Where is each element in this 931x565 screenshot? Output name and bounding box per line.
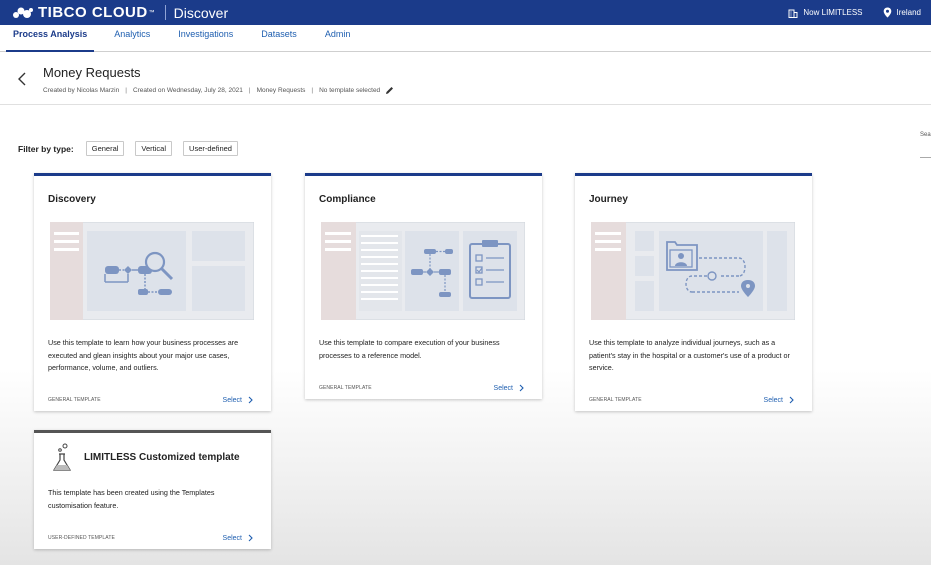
chevron-right-icon [789, 396, 794, 404]
meta-template: No template selected [319, 87, 381, 94]
journey-illustration [591, 222, 795, 320]
location-pin-icon [883, 7, 891, 18]
brand-divider [164, 5, 166, 20]
tab-process-analysis[interactable]: Process Analysis [5, 24, 95, 52]
card-type-label: USER-DEFINED TEMPLATE [48, 535, 115, 541]
meta-dataset: Money Requests [256, 87, 306, 94]
card-title: Discovery [48, 194, 96, 205]
card-description-line: customisation feature. [48, 500, 119, 510]
select-button[interactable]: Select [494, 384, 524, 392]
card-description-line: Use this template to compare execution o… [319, 338, 500, 347]
template-card-limitless-customized[interactable]: LIMITLESS Customized template This templ… [34, 430, 271, 549]
back-chevron-icon[interactable] [16, 71, 28, 87]
card-description-line: patient's stay in the hospital or a cust… [589, 350, 790, 360]
tab-investigations[interactable]: Investigations [178, 24, 233, 51]
card-footer: GENERAL TEMPLATE Select [48, 394, 257, 406]
meta-created-on: Created on Wednesday, July 28, 2021 [132, 87, 243, 94]
card-title: Journey [589, 194, 628, 205]
org-name: Now LIMITLESS [803, 8, 863, 17]
main-nav: Process Analysis Analytics Investigation… [0, 25, 931, 52]
card-description: This template has been created using the… [48, 487, 260, 512]
card-description-line: processes to a reference model. [319, 350, 422, 360]
tab-datasets[interactable]: Datasets [261, 24, 297, 51]
page-header: Money Requests Created by Nicolas Marzin… [0, 53, 931, 105]
filter-chip-user-defined[interactable]: User-defined [183, 141, 238, 156]
card-footer: USER-DEFINED TEMPLATE Select [48, 532, 257, 544]
card-description-line: performance, volume, and outliers. [48, 363, 159, 372]
select-button[interactable]: Select [223, 396, 253, 404]
header-right: Now LIMITLESS Ireland [768, 7, 921, 18]
flask-icon [52, 443, 72, 471]
brand-trademark: ™ [148, 9, 155, 16]
building-icon [788, 9, 798, 18]
filter-bar: Filter by type: General Vertical User-de… [18, 141, 249, 156]
brand[interactable]: TIBCO CLOUD ™ [12, 4, 155, 21]
chevron-right-icon [519, 384, 524, 392]
tibco-logo-icon [13, 7, 33, 18]
chevron-right-icon [248, 534, 253, 542]
discovery-illustration [50, 222, 254, 320]
card-type-label: GENERAL TEMPLATE [48, 397, 101, 403]
card-description: Use this template to analyze individual … [589, 337, 801, 375]
select-label: Select [493, 384, 513, 392]
card-description-line: service. [589, 363, 614, 372]
card-description: Use this template to compare execution o… [319, 337, 531, 362]
meta-created-by: Created by Nicolas Marzin [43, 87, 120, 94]
card-type-label: GENERAL TEMPLATE [319, 385, 372, 391]
search-underline [920, 157, 931, 158]
filter-label: Filter by type: [18, 143, 74, 154]
region-name: Ireland [896, 8, 921, 17]
template-card-discovery[interactable]: Discovery Use this template to learn how… [34, 173, 271, 411]
select-label: Select [222, 396, 242, 404]
template-card-journey[interactable]: Journey Use this template to analyze ind… [575, 173, 812, 411]
filter-chip-vertical[interactable]: Vertical [135, 141, 173, 156]
org-switcher[interactable]: Now LIMITLESS [788, 8, 863, 18]
app-name: Discover [173, 4, 229, 21]
select-label: Select [763, 396, 783, 404]
card-description-line: Use this template to learn how your busi… [48, 338, 239, 347]
card-description-line: Use this template to analyze individual … [589, 338, 776, 347]
tab-admin[interactable]: Admin [325, 24, 351, 51]
card-title: LIMITLESS Customized template [84, 452, 240, 463]
filter-chip-general[interactable]: General [85, 141, 125, 156]
card-description-line: executed and glean insights about your m… [48, 350, 230, 360]
page-title: Money Requests [43, 65, 141, 80]
chevron-right-icon [248, 396, 253, 404]
card-description: Use this template to learn how your busi… [48, 337, 260, 375]
select-button[interactable]: Select [223, 534, 253, 542]
template-card-compliance[interactable]: Compliance Use this template to compare … [305, 173, 542, 399]
card-footer: GENERAL TEMPLATE Select [319, 382, 528, 394]
select-label: Select [222, 534, 242, 542]
card-footer: GENERAL TEMPLATE Select [589, 394, 798, 406]
page-meta: Created by Nicolas Marzin | Created on W… [43, 86, 394, 95]
region-switcher[interactable]: Ireland [883, 7, 921, 18]
card-description-line: This template has been created using the… [48, 488, 215, 497]
search-label-fragment: Sea [920, 132, 931, 138]
card-title: Compliance [319, 194, 376, 205]
card-type-label: GENERAL TEMPLATE [589, 397, 642, 403]
select-button[interactable]: Select [764, 396, 794, 404]
top-header: TIBCO CLOUD ™ Discover Now LIMITLESS Irel… [0, 0, 931, 25]
brand-name: TIBCO CLOUD [38, 4, 148, 21]
tab-analytics[interactable]: Analytics [114, 24, 150, 51]
compliance-illustration [321, 222, 525, 320]
pencil-icon[interactable] [385, 86, 394, 95]
